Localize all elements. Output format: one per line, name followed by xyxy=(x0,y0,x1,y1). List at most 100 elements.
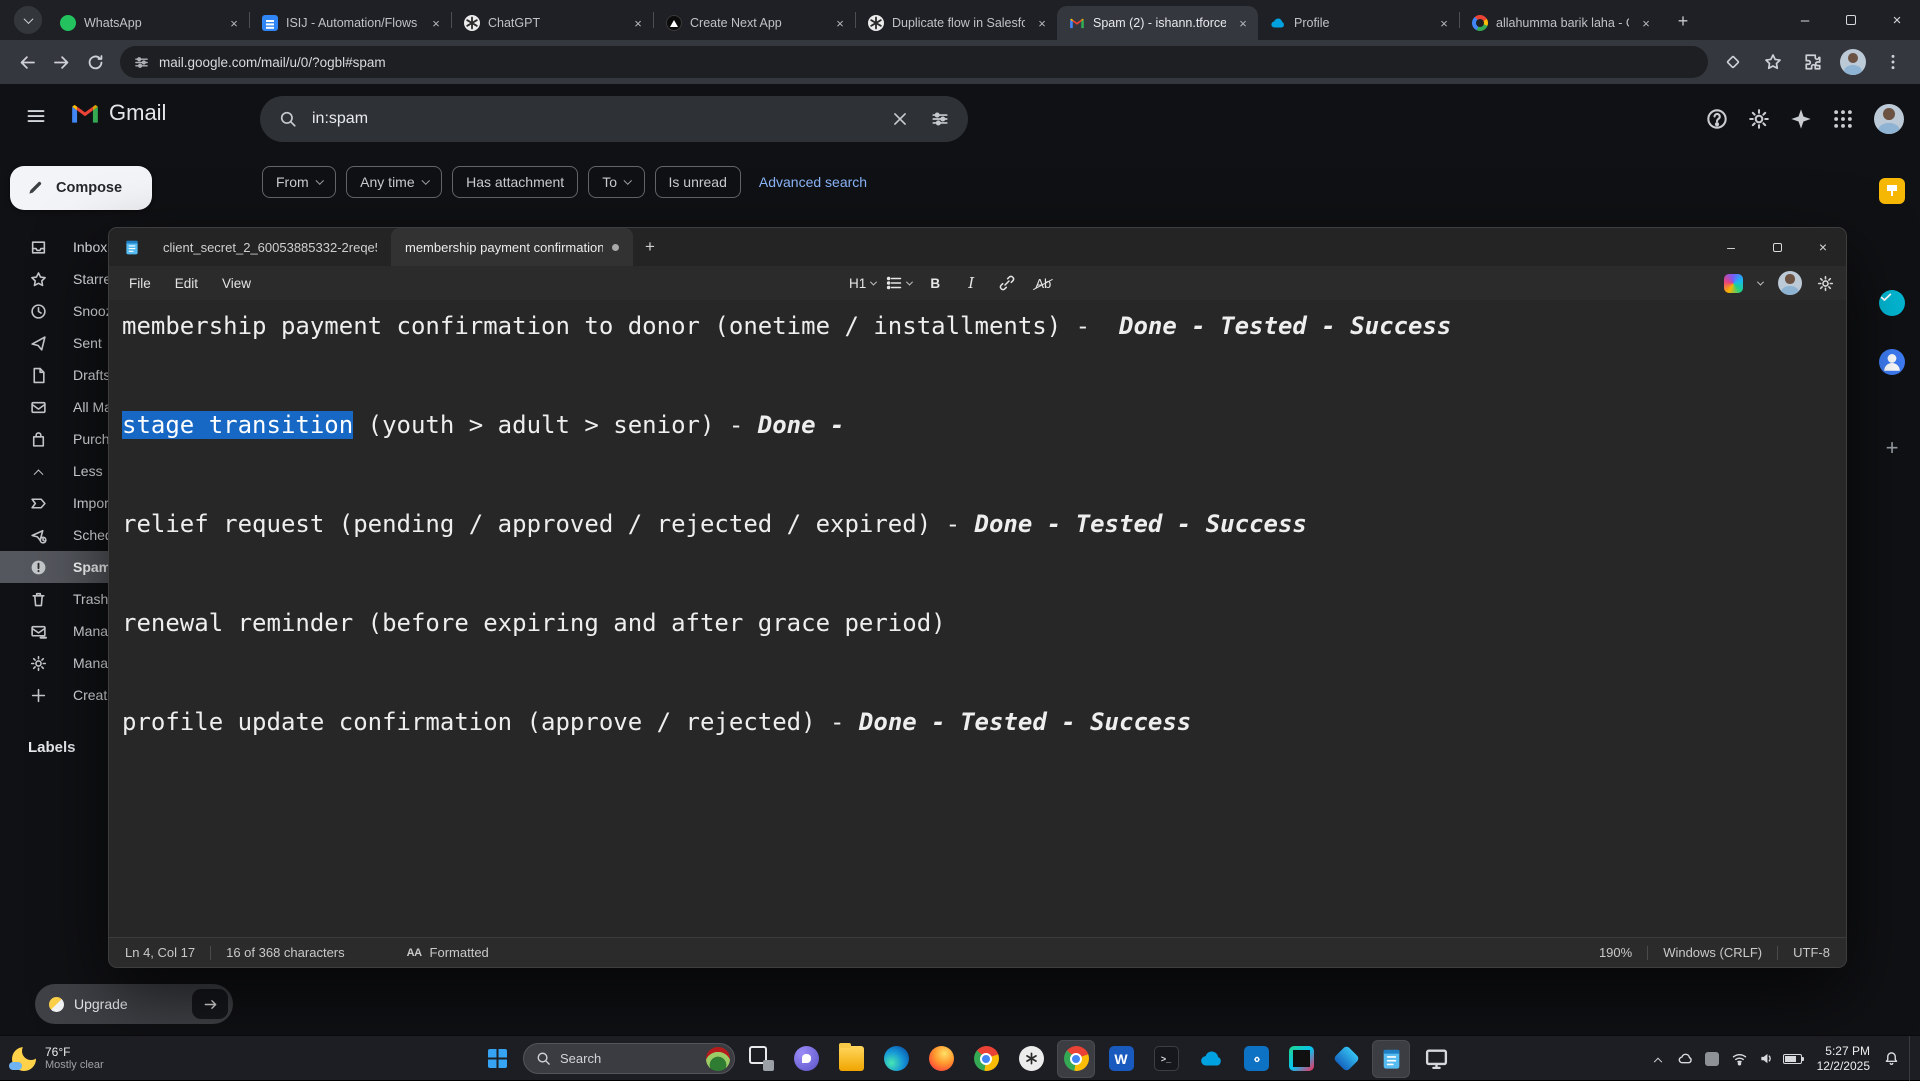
address-bar[interactable]: mail.google.com/mail/u/0/?ogbl#spam xyxy=(120,46,1708,78)
back-button[interactable] xyxy=(10,45,44,79)
notepad-taskbar-button[interactable] xyxy=(1372,1040,1410,1078)
notepad-close-button[interactable]: × xyxy=(1800,228,1846,266)
search-options-button[interactable] xyxy=(920,99,960,139)
ide-taskbar-button[interactable] xyxy=(1282,1040,1320,1078)
tray-app-button[interactable] xyxy=(1699,1036,1726,1081)
browser-tab-4[interactable]: Create Next App× xyxy=(654,6,855,40)
filter-chip-from[interactable]: From xyxy=(262,166,336,198)
help-icon[interactable] xyxy=(1706,108,1728,130)
tab-close-button[interactable]: × xyxy=(1234,14,1252,32)
start-button[interactable] xyxy=(478,1040,516,1078)
format-status[interactable]: AA Formatted xyxy=(407,945,489,960)
filter-chip-to[interactable]: To xyxy=(588,166,644,198)
search-button[interactable] xyxy=(268,99,308,139)
notepad-maximize-button[interactable] xyxy=(1754,228,1800,266)
advanced-search-link[interactable]: Advanced search xyxy=(759,174,867,190)
vscode-taskbar-button[interactable] xyxy=(1237,1040,1275,1078)
apps-grid-icon[interactable] xyxy=(1832,108,1854,130)
bold-button[interactable]: B xyxy=(922,270,948,296)
hidden-icons-button[interactable] xyxy=(1645,1036,1672,1081)
salesforce-app-taskbar-button[interactable] xyxy=(1192,1040,1230,1078)
notepad-tab-1[interactable]: client_secret_2_60053885332-2reqe52rribc xyxy=(149,228,391,266)
notepad-account-avatar[interactable] xyxy=(1778,271,1802,295)
terminal-taskbar-button[interactable] xyxy=(1147,1040,1185,1078)
filter-chip-is-unread[interactable]: Is unread xyxy=(655,166,741,198)
word-taskbar-button[interactable] xyxy=(1102,1040,1140,1078)
network-button[interactable] xyxy=(1726,1036,1753,1081)
main-menu-button[interactable] xyxy=(26,106,54,134)
file-explorer-taskbar-button[interactable] xyxy=(832,1040,870,1078)
show-desktop-button[interactable] xyxy=(1909,1036,1914,1081)
contacts-icon[interactable] xyxy=(1879,349,1905,375)
list-style-button[interactable] xyxy=(886,270,912,296)
chrome-taskbar-button[interactable] xyxy=(1057,1040,1095,1078)
tasks-icon[interactable] xyxy=(1879,290,1905,316)
clock-widget[interactable]: 5:27 PM 12/2/2025 xyxy=(1817,1044,1870,1074)
close-button[interactable]: × xyxy=(1874,0,1920,40)
italic-button[interactable]: I xyxy=(958,270,984,296)
tab-close-button[interactable]: × xyxy=(629,14,647,32)
chrome-profile-taskbar-button[interactable] xyxy=(967,1040,1005,1078)
taskbar-search[interactable]: Search xyxy=(523,1043,735,1074)
clear-search-button[interactable] xyxy=(880,99,920,139)
gmail-logo[interactable]: Gmail xyxy=(70,100,166,126)
zoom-level[interactable]: 190% xyxy=(1599,945,1632,960)
minimize-button[interactable]: – xyxy=(1782,0,1828,40)
chat-taskbar-button[interactable] xyxy=(787,1040,825,1078)
tab-close-button[interactable]: × xyxy=(1435,14,1453,32)
site-info-icon[interactable] xyxy=(134,55,149,70)
notifications-button[interactable] xyxy=(1878,1036,1905,1081)
gemini-sparkle-icon[interactable] xyxy=(1790,108,1812,130)
filter-chip-any-time[interactable]: Any time xyxy=(346,166,442,198)
browser-menu-button[interactable] xyxy=(1876,45,1910,79)
menu-file[interactable]: File xyxy=(117,276,163,291)
browser-profile-button[interactable] xyxy=(1836,45,1870,79)
new-tab-button[interactable]: + xyxy=(1669,7,1697,35)
tab-close-button[interactable]: × xyxy=(427,14,445,32)
encoding[interactable]: UTF-8 xyxy=(1793,945,1830,960)
add-icon[interactable]: + xyxy=(1879,435,1905,461)
notepad-new-tab-button[interactable]: + xyxy=(633,228,667,266)
clear-format-button[interactable]: Ab xyxy=(1030,270,1056,296)
browser-tab-3[interactable]: ChatGPT× xyxy=(452,6,653,40)
menu-view[interactable]: View xyxy=(210,276,263,291)
tab-close-button[interactable]: × xyxy=(1033,14,1051,32)
bookmark-button[interactable] xyxy=(1756,45,1790,79)
browser-tab-7[interactable]: Profile× xyxy=(1258,6,1459,40)
extension-diamond-button[interactable] xyxy=(1716,45,1750,79)
notepad-minimize-button[interactable]: – xyxy=(1708,228,1754,266)
heading-style-button[interactable]: H1 xyxy=(849,270,876,296)
browser-tab-8[interactable]: allahumma barik laha - G× xyxy=(1460,6,1661,40)
forward-button[interactable] xyxy=(44,45,78,79)
tab-close-button[interactable]: × xyxy=(1637,14,1655,32)
browser-tab-1[interactable]: WhatsApp× xyxy=(48,6,249,40)
link-button[interactable] xyxy=(994,270,1020,296)
tab-close-button[interactable]: × xyxy=(225,14,243,32)
browser-tab-6[interactable]: Spam (2) - ishann.tforce@× xyxy=(1057,6,1258,40)
firefox-taskbar-button[interactable] xyxy=(922,1040,960,1078)
reload-button[interactable] xyxy=(78,45,112,79)
extensions-button[interactable] xyxy=(1796,45,1830,79)
maximize-button[interactable] xyxy=(1828,0,1874,40)
azure-taskbar-button[interactable] xyxy=(1327,1040,1365,1078)
text-editor-area[interactable]: membership payment confirmation to donor… xyxy=(109,300,1846,937)
search-input[interactable]: in:spam xyxy=(308,110,880,128)
tab-search-button[interactable] xyxy=(14,6,42,34)
task-view-taskbar-button[interactable] xyxy=(742,1040,780,1078)
edge-taskbar-button[interactable] xyxy=(877,1040,915,1078)
volume-button[interactable] xyxy=(1753,1036,1780,1081)
gmail-search-bar[interactable]: in:spam xyxy=(260,96,968,142)
menu-edit[interactable]: Edit xyxy=(163,276,210,291)
line-ending[interactable]: Windows (CRLF) xyxy=(1663,945,1762,960)
tab-close-button[interactable]: × xyxy=(831,14,849,32)
chatgpt-app-taskbar-button[interactable] xyxy=(1012,1040,1050,1078)
monitor-app-taskbar-button[interactable] xyxy=(1417,1040,1455,1078)
notepad-tab-2[interactable]: membership payment confirmation xyxy=(391,228,633,266)
upgrade-go-button[interactable] xyxy=(192,989,228,1019)
upgrade-button[interactable]: Upgrade xyxy=(35,984,233,1024)
notepad-settings-icon[interactable] xyxy=(1817,275,1834,292)
copilot-icon[interactable] xyxy=(1724,274,1743,293)
settings-gear-icon[interactable] xyxy=(1748,108,1770,130)
onedrive-button[interactable] xyxy=(1672,1036,1699,1081)
battery-button[interactable] xyxy=(1780,1036,1807,1081)
